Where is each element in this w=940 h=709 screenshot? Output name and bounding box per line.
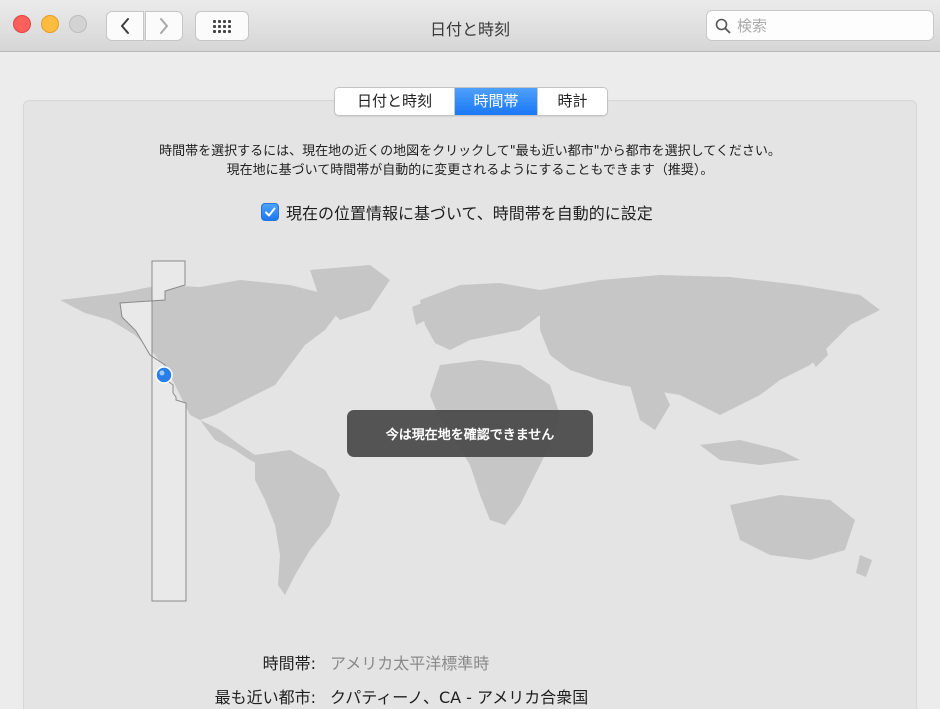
map-australia — [730, 495, 855, 560]
tab-clock[interactable]: 時計 — [538, 88, 607, 115]
location-unavailable-toast: 今は現在地を確認できません — [347, 410, 593, 457]
auto-timezone-label: 現在の位置情報に基づいて、時間帯を自動的に設定 — [286, 204, 653, 223]
closest-city-value[interactable]: クパティーノ、CA - アメリカ合衆国 — [330, 684, 588, 708]
search-icon — [715, 18, 731, 33]
tab-bar: 日付と時刻 時間帯 時計 — [334, 87, 608, 116]
timezone-label: 時間帯: — [262, 654, 316, 673]
location-pin-icon — [155, 366, 173, 384]
closest-city-label: 最も近い都市: — [214, 688, 316, 707]
tab-date-time[interactable]: 日付と時刻 — [335, 88, 455, 115]
tab-time-zone[interactable]: 時間帯 — [455, 88, 538, 115]
auto-timezone-checkbox[interactable] — [261, 203, 279, 221]
map-indonesia — [700, 440, 800, 465]
search-field[interactable] — [706, 10, 934, 41]
map-central-america — [200, 420, 260, 465]
map-north-america — [60, 280, 340, 420]
instructions-line-1: 時間帯を選択するには、現在地の近くの地図をクリックして"最も近い都市"から都市を… — [159, 144, 781, 159]
timezone-row: 時間帯: アメリカ太平洋標準時 — [0, 650, 490, 674]
map-new-zealand — [856, 555, 872, 577]
closest-city-row: 最も近い都市: クパティーノ、CA - アメリカ合衆国 — [0, 684, 589, 708]
instructions: 時間帯を選択するには、現在地の近くの地図をクリックして"最も近い都市"から都市を… — [0, 142, 940, 180]
timezone-value: アメリカ太平洋標準時 — [330, 654, 490, 673]
map-south-america — [255, 450, 340, 595]
title-bar: 日付と時刻 — [0, 0, 940, 52]
auto-timezone-row: 現在の位置情報に基づいて、時間帯を自動的に設定 — [261, 200, 653, 224]
checkmark-icon — [265, 207, 276, 217]
map-europe — [420, 283, 540, 350]
search-input[interactable] — [737, 16, 927, 35]
map-asia — [540, 275, 880, 415]
instructions-line-2: 現在地に基づいて時間帯が自動的に変更されるようにすることもできます（推奨）。 — [226, 163, 714, 178]
